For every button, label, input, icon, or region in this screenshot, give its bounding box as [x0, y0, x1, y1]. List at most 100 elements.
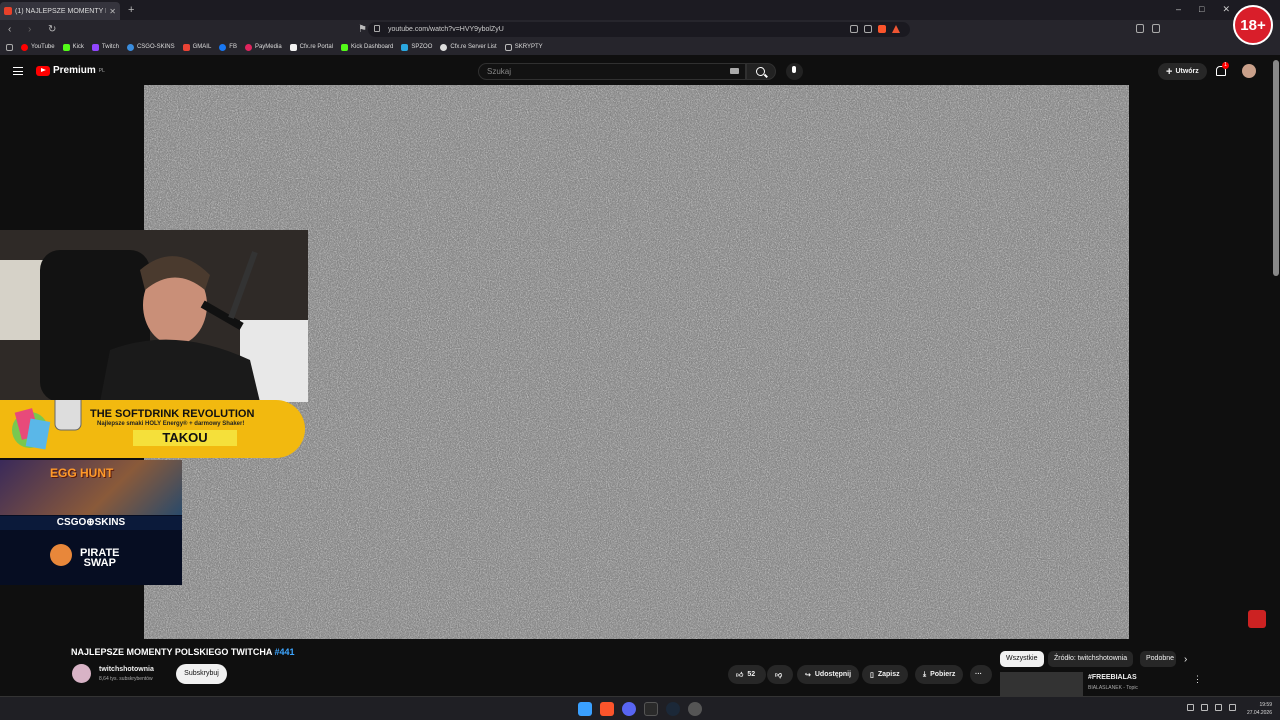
bookmark-cfx-portal[interactable]: Cfx.re Portal — [289, 43, 333, 51]
keyboard-icon[interactable] — [730, 68, 739, 74]
banner-title: THE SOFTDRINK REVOLUTION — [90, 408, 255, 420]
url-text: youtube.com/watch?v=HVY9ybolZyU — [388, 26, 504, 33]
age-rating-badge: 18+ — [1233, 5, 1273, 45]
chip-all[interactable]: Wszystkie — [1000, 651, 1044, 667]
page-scrollbar[interactable] — [1273, 60, 1279, 276]
channel-name[interactable]: twitchshotownia — [99, 666, 154, 673]
close-tab-icon[interactable]: ✕ — [109, 7, 116, 16]
like-button[interactable]: 👍︎ 52 — [728, 665, 766, 684]
terminal-icon[interactable] — [644, 702, 658, 716]
browser-tab[interactable]: (1) NAJLEPSZE MOMENTY POL ✕ — [0, 2, 120, 20]
apps-grid-icon[interactable] — [6, 43, 13, 51]
browser-extensions — [1136, 24, 1160, 33]
subscribe-button[interactable]: Subskrybuj — [176, 664, 227, 684]
extensions-icon[interactable] — [1136, 24, 1144, 33]
twitch-icon — [91, 43, 99, 51]
bookmark-paymedia[interactable]: PayMedia — [244, 43, 282, 51]
channel-avatar[interactable] — [72, 664, 91, 683]
chip-related[interactable]: Podobne — [1140, 651, 1176, 667]
like-count: 52 — [747, 671, 756, 678]
new-tab-button[interactable]: + — [128, 4, 134, 16]
save-button[interactable]: ▯ Zapisz — [862, 665, 908, 684]
reader-icon[interactable] — [850, 25, 858, 33]
bookmark-csgo-skins[interactable]: CSGO-SKINS — [126, 43, 175, 51]
thumbs-up-icon: 👍︎ — [736, 672, 744, 679]
bookmark-cfx-server-list[interactable]: Cfx.re Server List — [440, 43, 497, 51]
cfx-icon — [289, 43, 297, 51]
windows-taskbar: 19:59 27.04.2026 — [0, 696, 1280, 720]
bookmark-gmail[interactable]: GMAIL — [182, 43, 211, 51]
recommendation-title[interactable]: #FREEBIALAS — [1088, 674, 1137, 681]
battery-icon[interactable] — [1229, 704, 1236, 711]
chip-from-channel[interactable]: Źródło: twitchshotownia — [1048, 651, 1134, 667]
download-button[interactable]: ⤓ Pobierz — [915, 665, 964, 684]
tab-title: (1) NAJLEPSZE MOMENTY POL — [15, 7, 106, 15]
account-avatar[interactable] — [1242, 64, 1256, 78]
site-info-icon[interactable] — [374, 25, 380, 32]
youtube-icon — [21, 43, 28, 51]
holy-can-image — [12, 400, 82, 450]
notification-count-badge: 1 — [1222, 62, 1229, 69]
minimize-button[interactable]: – — [1176, 4, 1181, 15]
kick-icon — [341, 43, 348, 51]
address-toolbar: ‹ › ↻ ⚑ youtube.com/watch?v=HVY9ybolZyU — [0, 20, 1280, 39]
brave-browser-icon[interactable] — [600, 702, 614, 716]
csgo-skins-icon — [126, 43, 134, 51]
back-icon[interactable]: ‹ — [8, 24, 20, 35]
recommendation-thumbnail[interactable] — [1000, 672, 1083, 696]
bookmark-kick[interactable]: Kick — [62, 43, 84, 51]
webcam-image — [0, 230, 308, 402]
recommendation-channel[interactable]: BIALASLANEK - Topic — [1088, 685, 1138, 691]
discord-icon[interactable] — [622, 702, 636, 716]
brave-rewards-icon[interactable] — [892, 25, 900, 33]
voice-search-icon[interactable] — [786, 63, 803, 80]
tray-overflow-icon[interactable] — [1187, 704, 1194, 711]
youtube-logo[interactable]: Premium PL — [36, 65, 105, 76]
folder-icon — [504, 43, 512, 51]
share-button[interactable]: ↪ Udostępnij — [797, 665, 860, 684]
bookmark-kick-dashboard[interactable]: Kick Dashboard — [341, 43, 393, 51]
volume-icon[interactable] — [1215, 704, 1222, 711]
system-tray — [1187, 704, 1236, 711]
url-bar[interactable]: youtube.com/watch?v=HVY9ybolZyU — [368, 22, 910, 37]
kebab-menu-icon[interactable]: ⋮ — [1193, 674, 1202, 685]
forward-icon[interactable]: › — [28, 24, 40, 35]
share-icon: ↪ — [805, 671, 811, 679]
youtube-header: Premium PL Szukaj + Utwórz 1 — [0, 57, 1280, 85]
bookmark-youtube[interactable]: YouTube — [21, 43, 55, 51]
maximize-button[interactable]: □ — [1199, 4, 1204, 15]
steam-icon[interactable] — [666, 702, 680, 716]
thumbs-down-icon: 👎︎ — [775, 672, 783, 679]
channel-watermark-icon[interactable] — [1248, 610, 1266, 628]
bookmark-spzoo[interactable]: SPZOO — [401, 43, 432, 51]
bookmark-twitch[interactable]: Twitch — [91, 43, 119, 51]
dislike-button[interactable]: 👎︎ — [767, 665, 793, 684]
egg-hunt-title: EGG HUNT — [50, 466, 114, 480]
wallet-icon[interactable] — [1152, 24, 1160, 33]
title-hashtag[interactable]: #441 — [275, 647, 295, 657]
network-icon[interactable] — [1201, 704, 1208, 711]
bookmark-icon: ▯ — [870, 671, 874, 679]
bookmark-fb[interactable]: FB — [219, 43, 237, 51]
system-clock[interactable]: 19:59 27.04.2026 — [1247, 701, 1272, 717]
obs-icon[interactable] — [688, 702, 702, 716]
brave-shields-icon[interactable] — [878, 25, 886, 33]
more-actions-button[interactable]: ··· — [970, 665, 992, 684]
sponsor-panel: EGG HUNT CSGO⊕SKINS PIRATE SWAP — [0, 460, 182, 585]
search-button[interactable] — [746, 63, 776, 80]
reload-icon[interactable]: ↻ — [48, 24, 60, 35]
menu-icon[interactable] — [13, 67, 23, 75]
download-icon: ⤓ — [923, 670, 927, 678]
facebook-icon — [219, 43, 227, 51]
cfx-server-icon — [440, 43, 448, 51]
windows-start-icon[interactable] — [578, 702, 592, 716]
csgo-skins-logo: CSGO⊕SKINS — [0, 516, 182, 530]
search-input[interactable]: Szukaj — [478, 63, 746, 80]
banner-subtitle: Najlepsze smaki HOLY Energy® + darmowy S… — [97, 421, 245, 427]
browser-tab-strip: (1) NAJLEPSZE MOMENTY POL ✕ + – □ ✕ — [0, 0, 1280, 20]
chevron-right-icon[interactable]: › — [1184, 654, 1187, 665]
close-window-button[interactable]: ✕ — [1222, 4, 1230, 15]
bookmark-skrypty[interactable]: SKRYPTY — [504, 43, 543, 51]
share-icon[interactable] — [864, 25, 872, 33]
create-button[interactable]: + Utwórz — [1158, 63, 1207, 80]
